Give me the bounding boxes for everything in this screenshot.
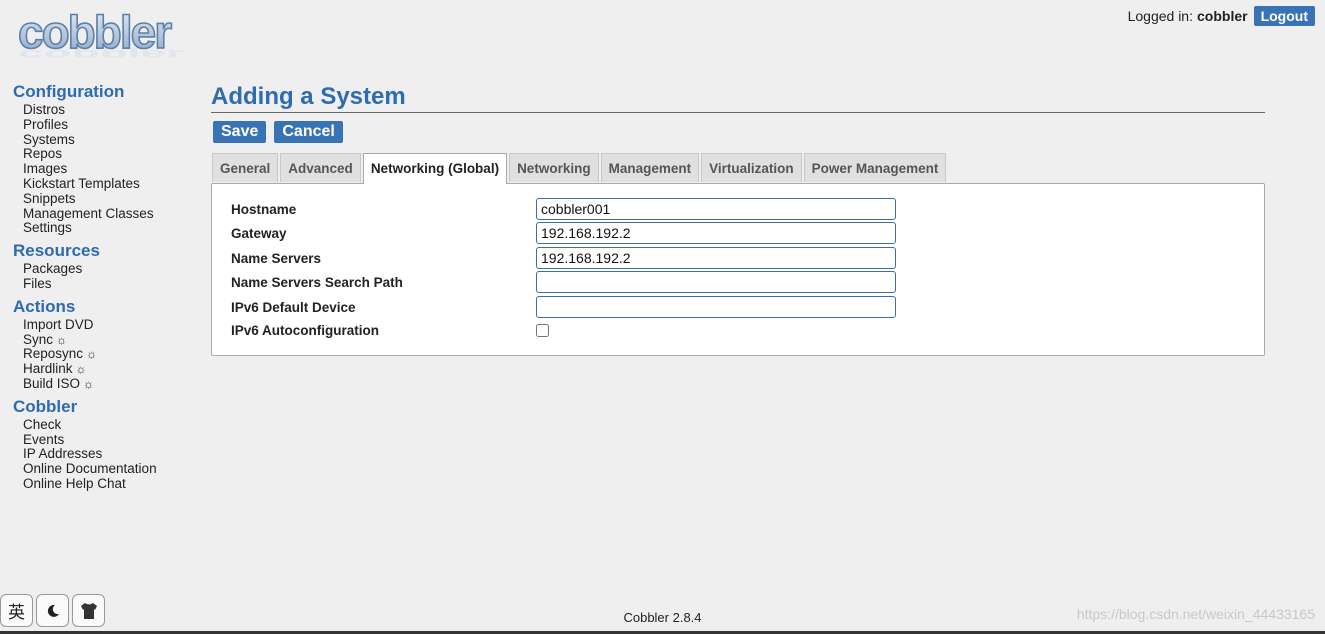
sun-icon: ☼ (56, 332, 68, 347)
username: cobbler (1197, 8, 1248, 24)
tab-networking-global[interactable]: Networking (Global) (362, 153, 508, 184)
form-row-hostname: Hostname (231, 198, 896, 220)
page-title: Adding a System (211, 82, 1265, 113)
name-servers-search-path-label: Name Servers Search Path (231, 274, 403, 290)
tab-virtualization[interactable]: Virtualization (701, 153, 802, 182)
sidebar-item-snippets[interactable]: Snippets (23, 191, 198, 207)
sidebar-item-repos[interactable]: Repos (23, 147, 198, 162)
sidebar-section-resources: Resources (13, 241, 100, 261)
tab-bar: General Advanced Networking (Global) Net… (211, 153, 1265, 184)
networking-global-panel: Hostname Gateway Name Servers Name Serve… (211, 183, 1265, 356)
sidebar-item-import-dvd[interactable]: Import DVD (23, 316, 198, 333)
sidebar-item-check[interactable]: Check (23, 417, 198, 433)
cancel-button[interactable]: Cancel (274, 121, 343, 143)
sun-icon: ☼ (83, 376, 95, 391)
sidebar-section-configuration: Configuration (13, 82, 125, 101)
sidebar-section-cobbler: Cobbler (13, 396, 78, 416)
sidebar-item-images[interactable]: Images (23, 161, 198, 177)
cobbler-logo: cobbler cobbler (14, 5, 192, 68)
logo-reflection: cobbler (18, 45, 184, 60)
ipv6-default-device-label: IPv6 Default Device (231, 299, 356, 315)
sidebar-item-settings[interactable]: Settings (23, 221, 198, 236)
sidebar-item-build-iso[interactable]: Build ISO ☼ (23, 375, 198, 392)
sidebar-item-ip-addresses[interactable]: IP Addresses (23, 447, 198, 462)
action-buttons: Save Cancel (211, 121, 1265, 143)
form-row-ipv6-default-device: IPv6 Default Device (231, 296, 896, 318)
sidebar-item-label: Import DVD (23, 316, 94, 332)
save-button[interactable]: Save (213, 121, 267, 143)
sidebar-item-kickstart-templates[interactable]: Kickstart Templates (23, 176, 198, 192)
watermark: https://blog.csdn.net/weixin_44433165 (1076, 606, 1315, 622)
sidebar: Configuration Distros Profiles Systems R… (13, 81, 198, 496)
sidebar-item-sync[interactable]: Sync ☼ (23, 331, 198, 348)
sidebar-item-hardlink[interactable]: Hardlink ☼ (23, 361, 198, 377)
gateway-input[interactable] (536, 222, 896, 244)
main-content: Adding a System Save Cancel General Adva… (211, 82, 1265, 356)
sun-icon: ☼ (75, 362, 87, 377)
logout-button[interactable]: Logout (1253, 6, 1315, 26)
name-servers-search-path-input[interactable] (536, 271, 896, 293)
sun-icon: ☼ (86, 347, 98, 362)
sidebar-item-events[interactable]: Events (23, 432, 198, 448)
form-row-gateway: Gateway (231, 222, 896, 244)
sidebar-item-online-documentation[interactable]: Online Documentation (23, 461, 198, 477)
ipv6-autoconfiguration-label: IPv6 Autoconfiguration (231, 323, 379, 338)
name-servers-label: Name Servers (231, 250, 322, 266)
tab-advanced[interactable]: Advanced (280, 153, 361, 182)
sidebar-section-actions: Actions (13, 296, 76, 316)
login-area: Logged in: cobbler Logout (1128, 6, 1315, 26)
name-servers-input[interactable] (536, 247, 896, 269)
sidebar-item-distros[interactable]: Distros (23, 102, 198, 118)
logged-in-label: Logged in: (1127, 8, 1193, 24)
gateway-label: Gateway (231, 225, 287, 241)
hostname-input[interactable] (536, 198, 896, 220)
form-row-name-servers-search-path: Name Servers Search Path (231, 271, 896, 293)
tab-general[interactable]: General (212, 153, 279, 182)
sidebar-item-label: Reposync (23, 346, 84, 362)
sidebar-item-files[interactable]: Files (23, 276, 198, 292)
hostname-label: Hostname (231, 201, 297, 217)
tab-networking[interactable]: Networking (509, 153, 599, 182)
sidebar-item-systems[interactable]: Systems (23, 132, 198, 148)
sidebar-item-label: Sync (23, 331, 54, 347)
sidebar-item-reposync[interactable]: Reposync ☼ (23, 346, 198, 362)
sidebar-item-profiles[interactable]: Profiles (23, 117, 198, 133)
sidebar-item-online-help-chat[interactable]: Online Help Chat (23, 476, 198, 492)
ipv6-default-device-input[interactable] (536, 296, 896, 318)
tab-power-management[interactable]: Power Management (803, 153, 947, 182)
sidebar-item-packages[interactable]: Packages (23, 261, 198, 277)
form-row-name-servers: Name Servers (231, 247, 896, 269)
tab-management[interactable]: Management (600, 153, 700, 182)
form-row-ipv6-autoconfiguration: IPv6 Autoconfiguration (231, 323, 549, 338)
sidebar-item-label: Hardlink (23, 361, 73, 377)
sidebar-item-management-classes[interactable]: Management Classes (23, 206, 198, 222)
ipv6-autoconfiguration-checkbox[interactable] (536, 324, 549, 337)
sidebar-item-label: Build ISO (23, 375, 81, 391)
